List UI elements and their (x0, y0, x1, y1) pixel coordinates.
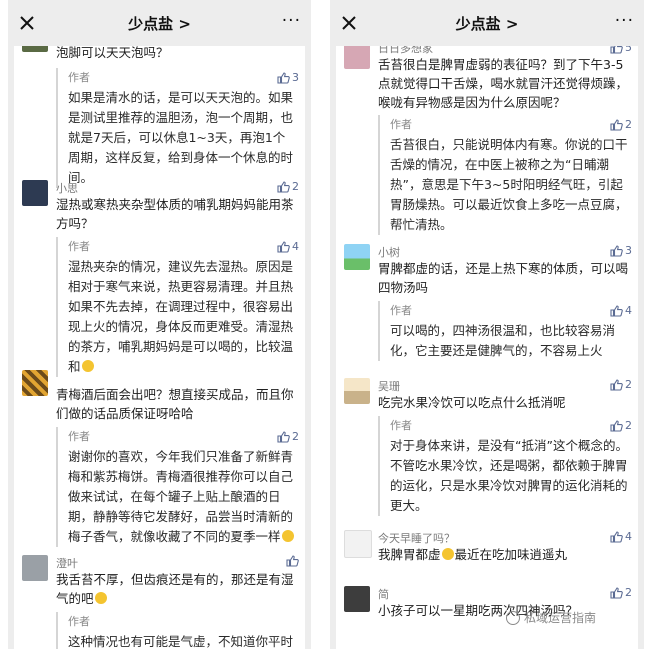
author-reply: 作者 谢谢你的喜欢，今年我们只准备了新鲜青梅和紫苏梅饼。青梅酒很推荐你可以自己做… (56, 427, 297, 547)
like-count: 2 (625, 586, 632, 599)
reply-text: 如果是清水的话，是可以天天泡的。如果是测试里推荐的温胆汤，泡一个周期，也就是7天… (68, 90, 294, 185)
thumbs-up-icon (610, 419, 623, 432)
reply-text: 谢谢你的喜欢，今年我们只准备了新鲜青梅和紫苏梅饼。青梅酒很推荐你可以自己做来试试… (68, 449, 294, 544)
right-top-bar: 少点盐 > ··· (330, 0, 644, 46)
reply-author-label: 作者 (68, 430, 90, 443)
reply-like-button[interactable]: 4 (610, 304, 632, 317)
author-reply: 作者 湿热夹杂的情况，建议先去湿热。原因是相对于寒气来说，热更容易清理。并且热如… (56, 237, 297, 377)
page-title[interactable]: 少点盐 > (8, 13, 311, 34)
avatar (344, 378, 370, 404)
reply-text: 可以喝的，四神汤很温和，也比较容易消化，它主要还是健脾气的，不容易上火 (390, 323, 616, 358)
thumbs-up-icon (610, 304, 623, 317)
comment-text: 湿热或寒热夹杂型体质的哺乳期妈妈能用茶方吗？ (56, 197, 294, 231)
author-reply: 作者 这种情况也有可能是气虚，不知道你平时大 (56, 612, 297, 649)
reply-text: 湿热夹杂的情况，建议先去湿热。原因是相对于寒气来说，热更容易清理。并且热如果不先… (68, 259, 294, 374)
more-options-icon[interactable]: ··· (282, 11, 301, 31)
comment-list: 日日多想家 5 舌苔很白是脾胃虚弱的表征吗？到了下午3-5点就觉得口干舌燥，喝水… (336, 40, 638, 649)
comment-text: 舌苔很白是脾胃虚弱的表征吗？到了下午3-5点就觉得口干舌燥，喝水就冒汗还觉得烦躁… (378, 57, 629, 110)
commenter-name: 简 (378, 588, 389, 601)
reply-like-button[interactable]: 4 (277, 240, 299, 253)
avatar (344, 586, 370, 612)
comment-text: 我舌苔不厚，但齿痕还是有的，那还是有湿气的吧 (56, 572, 294, 606)
like-count: 2 (625, 419, 632, 432)
reply-author-label: 作者 (390, 304, 412, 317)
like-count: 4 (625, 304, 632, 317)
reply-like-button[interactable]: 3 (277, 71, 299, 84)
comment-list: 泡脚可以天天泡吗？ 作者 如果是清水的话，是可以天天泡的。如果是测试里推荐的温胆… (14, 26, 305, 649)
reply-author-label: 作者 (68, 240, 90, 253)
thumbs-up-icon (277, 240, 290, 253)
reply-text: 舌苔很白，只能说明体内有寒。你说的口干舌燥的情况，在中医上被称之为“日晡潮热”，… (390, 137, 628, 232)
like-button[interactable]: 2 (610, 586, 632, 599)
reply-text: 这种情况也有可能是气虚，不知道你平时大 (68, 634, 294, 649)
like-count: 2 (625, 118, 632, 131)
smile-emoji-icon (81, 360, 94, 372)
watermark: 私域运营指南 (506, 609, 596, 626)
thumbs-up-icon (610, 378, 623, 391)
sad-emoji-icon (441, 548, 454, 560)
reply-like-button[interactable]: 2 (277, 430, 299, 443)
author-reply: 作者 如果是清水的话，是可以天天泡的。如果是测试里推荐的温胆汤，泡一个周期，也就… (56, 68, 297, 188)
avatar (344, 43, 370, 69)
commenter-name: 吴珊 (378, 380, 400, 393)
like-button[interactable]: 2 (610, 378, 632, 391)
commenter-name: 小树 (378, 246, 400, 259)
right-chat-panel: 少点盐 > ··· 日日多想家 5 舌苔很白是脾胃虚弱的表征吗？到了下午3-5点… (330, 0, 644, 649)
thumbs-up-icon (610, 244, 623, 257)
reply-author-label: 作者 (68, 71, 90, 84)
thumbs-up-icon (277, 71, 290, 84)
author-reply: 作者 对于身体来讲，是没有“抵消”这个概念的。不管吃水果冷饮，还是喝粥，都依赖于… (378, 416, 630, 516)
watermark-text: 私域运营指南 (524, 611, 597, 625)
sweat-emoji-icon (94, 592, 107, 604)
wechat-icon (506, 610, 520, 625)
like-count: 2 (625, 378, 632, 391)
reply-author-label: 作者 (390, 118, 412, 131)
comment-text: 我脾胃都虚 (378, 547, 441, 562)
reply-like-button[interactable]: 2 (610, 118, 632, 131)
reply-text: 对于身体来讲，是没有“抵消”这个概念的。不管吃水果冷饮，还是喝粥，都依赖于脾胃的… (390, 438, 628, 513)
commenter-name: 澄叶 (56, 557, 78, 570)
avatar (22, 370, 48, 396)
reply-author-label: 作者 (390, 419, 412, 432)
commenter-name: 小思 (56, 182, 78, 195)
like-button[interactable]: 4 (610, 530, 632, 543)
thumbs-up-icon (277, 180, 290, 193)
thumbs-up-icon (610, 586, 623, 599)
like-count: 2 (292, 180, 299, 193)
like-count: 3 (292, 71, 299, 84)
avatar (22, 555, 48, 581)
reply-like-button[interactable]: 2 (610, 419, 632, 432)
left-chat-panel: 少点盐 > ··· 泡脚可以天天泡吗？ 作者 如果是清水的话，是可以天天泡的。如… (8, 0, 311, 649)
comment-text: 青梅酒后面会出吧？想直接买成品，而且你们做的话品质保证呀哈哈 (56, 387, 294, 421)
comment-text-continued: 最近在吃加味逍遥丸 (454, 547, 568, 562)
like-count: 4 (292, 240, 299, 253)
like-count: 3 (625, 244, 632, 257)
author-reply: 作者 可以喝的，四神汤很温和，也比较容易消化，它主要还是健脾气的，不容易上火 (378, 301, 630, 361)
like-button[interactable]: 3 (610, 244, 632, 257)
commenter-name: 今天早睡了吗？ (378, 532, 455, 545)
reply-author-label: 作者 (68, 615, 90, 628)
smile-emoji-icon (281, 530, 294, 542)
thumbs-up-icon (277, 430, 290, 443)
thumbs-up-icon (610, 530, 623, 543)
like-button[interactable] (286, 555, 299, 567)
avatar (344, 530, 372, 558)
page-title[interactable]: 少点盐 > (330, 13, 644, 34)
more-options-icon[interactable]: ··· (615, 11, 634, 31)
like-button[interactable]: 2 (277, 180, 299, 193)
comment-text: 胃脾都虚的话，还是上热下寒的体质，可以喝四物汤吗 (378, 261, 629, 295)
left-top-bar: 少点盐 > ··· (8, 0, 311, 46)
like-count: 2 (292, 430, 299, 443)
thumbs-up-icon (610, 118, 623, 131)
like-count: 4 (625, 530, 632, 543)
thumbs-up-icon (286, 555, 299, 567)
avatar (344, 244, 370, 270)
comment-text: 吃完水果冷饮可以吃点什么抵消呢 (378, 395, 566, 410)
avatar (22, 180, 48, 206)
author-reply: 作者 舌苔很白，只能说明体内有寒。你说的口干舌燥的情况，在中医上被称之为“日晡潮… (378, 115, 630, 235)
